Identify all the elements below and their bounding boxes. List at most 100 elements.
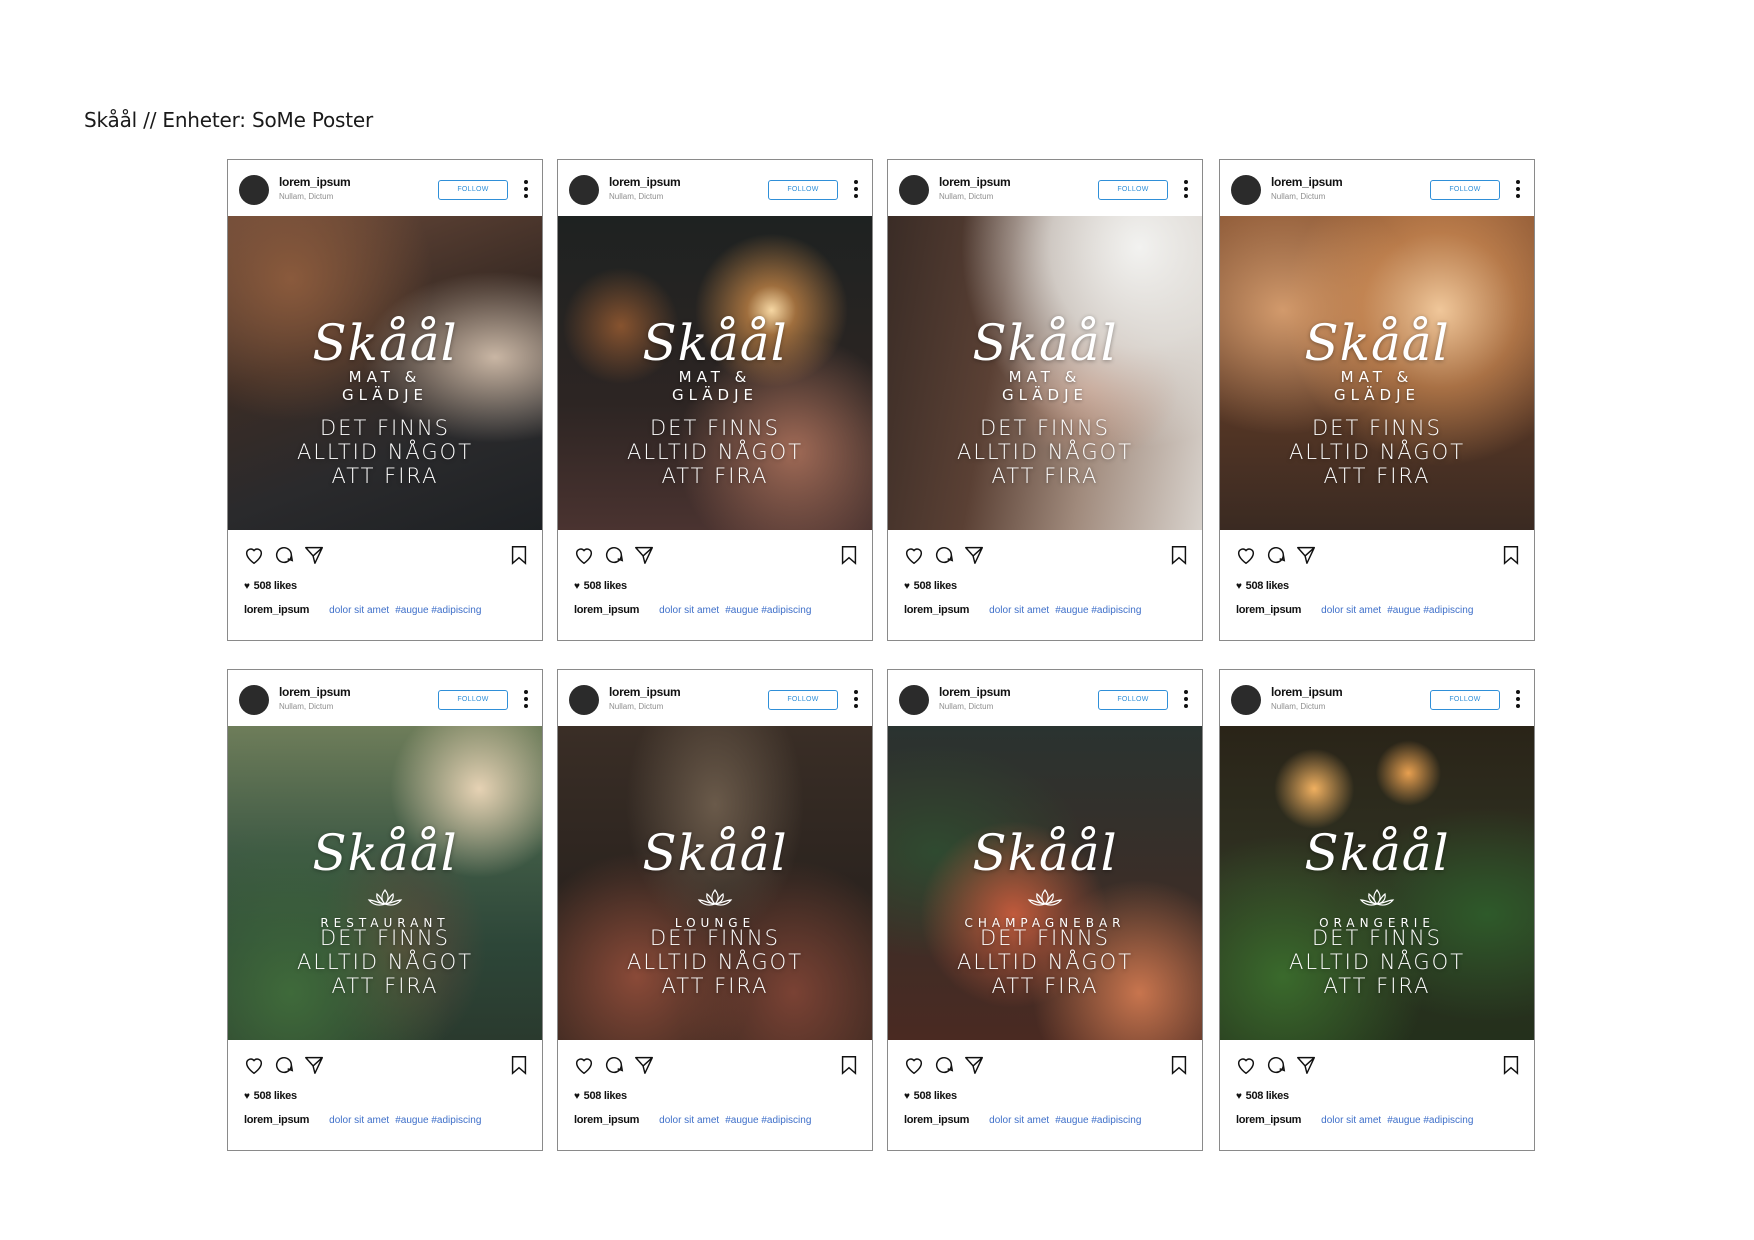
more-options-icon[interactable] — [1516, 690, 1520, 708]
post-caption: lorem_ipsum dolor sit amet #augue #adipisc… — [904, 604, 1142, 616]
comment-icon[interactable] — [933, 544, 955, 566]
comment-icon[interactable] — [603, 544, 625, 566]
post-image[interactable]: Skåål RESTAURANT DET FINNS ALLTID NÅGOT AT… — [228, 726, 542, 1040]
bookmark-icon[interactable] — [1168, 544, 1190, 566]
post-card: lorem_ipsum Nullam, Dictum FOLLOW Skåål … — [1219, 159, 1535, 641]
bookmark-icon[interactable] — [838, 544, 860, 566]
more-options-icon[interactable] — [524, 180, 528, 198]
more-options-icon[interactable] — [854, 180, 858, 198]
bookmark-icon[interactable] — [508, 544, 530, 566]
share-icon[interactable] — [1295, 1054, 1317, 1076]
post-image[interactable]: Skåål MAT & GLÄDJE DET FINNS ALLTID NÅGOT A… — [558, 216, 872, 530]
more-options-icon[interactable] — [1184, 690, 1188, 708]
brand-subtitle: MAT & GLÄDJE — [1333, 368, 1421, 404]
follow-button[interactable]: FOLLOW — [438, 180, 508, 200]
likes-count[interactable]: ♥ 508 likes — [904, 580, 957, 592]
heart-icon[interactable] — [573, 1054, 595, 1076]
brand-logo: Skåål — [972, 314, 1118, 372]
post-caption: lorem_ipsum dolor sit amet #augue #adipisc… — [574, 1114, 812, 1126]
post-username[interactable]: lorem_ipsum — [609, 685, 681, 699]
post-image[interactable]: Skåål CHAMPAGNEBAR DET FINNS ALLTID NÅGOT… — [888, 726, 1202, 1040]
comment-icon[interactable] — [1265, 544, 1287, 566]
post-location: Nullam, Dictum — [939, 192, 994, 201]
likes-count[interactable]: ♥ 508 likes — [1236, 1090, 1289, 1102]
tagline: DET FINNS ALLTID NÅGOT ATT FIRA — [626, 926, 804, 998]
heart-icon[interactable] — [243, 544, 265, 566]
brand-logo: Skåål — [312, 314, 458, 372]
tagline: DET FINNS ALLTID NÅGOT ATT FIRA — [956, 926, 1134, 998]
bookmark-icon[interactable] — [1500, 1054, 1522, 1076]
post-image[interactable]: Skåål MAT & GLÄDJE DET FINNS ALLTID NÅGOT A… — [228, 216, 542, 530]
tagline: DET FINNS ALLTID NÅGOT ATT FIRA — [1288, 926, 1466, 998]
follow-button[interactable]: FOLLOW — [1098, 690, 1168, 710]
post-header: lorem_ipsum Nullam, Dictum FOLLOW — [1220, 160, 1534, 216]
post-location: Nullam, Dictum — [1271, 192, 1326, 201]
share-icon[interactable] — [963, 544, 985, 566]
brand-logo: Skåål — [312, 824, 458, 882]
heart-icon[interactable] — [903, 1054, 925, 1076]
avatar[interactable] — [899, 685, 929, 715]
follow-button[interactable]: FOLLOW — [1430, 690, 1500, 710]
more-options-icon[interactable] — [1516, 180, 1520, 198]
comment-icon[interactable] — [603, 1054, 625, 1076]
bookmark-icon[interactable] — [838, 1054, 860, 1076]
brand-logo: Skåål — [972, 824, 1118, 882]
avatar[interactable] — [569, 175, 599, 205]
likes-count[interactable]: ♥ 508 likes — [904, 1090, 957, 1102]
post-image[interactable]: Skåål LOUNGE DET FINNS ALLTID NÅGOT ATT FI… — [558, 726, 872, 1040]
share-icon[interactable] — [303, 544, 325, 566]
bookmark-icon[interactable] — [508, 1054, 530, 1076]
follow-button[interactable]: FOLLOW — [438, 690, 508, 710]
page-title: Skåål // Enheter: SoMe Poster — [84, 108, 374, 132]
comment-icon[interactable] — [933, 1054, 955, 1076]
tagline: DET FINNS ALLTID NÅGOT ATT FIRA — [296, 416, 474, 488]
share-icon[interactable] — [303, 1054, 325, 1076]
likes-count[interactable]: ♥ 508 likes — [244, 580, 297, 592]
post-username[interactable]: lorem_ipsum — [279, 685, 351, 699]
share-icon[interactable] — [1295, 544, 1317, 566]
avatar[interactable] — [1231, 175, 1261, 205]
comment-icon[interactable] — [1265, 1054, 1287, 1076]
avatar[interactable] — [569, 685, 599, 715]
post-location: Nullam, Dictum — [1271, 702, 1326, 711]
heart-icon[interactable] — [1235, 1054, 1257, 1076]
comment-icon[interactable] — [273, 1054, 295, 1076]
post-actions — [228, 1040, 542, 1084]
likes-count[interactable]: ♥ 508 likes — [574, 580, 627, 592]
post-username[interactable]: lorem_ipsum — [1271, 175, 1343, 189]
post-username[interactable]: lorem_ipsum — [609, 175, 681, 189]
follow-button[interactable]: FOLLOW — [768, 180, 838, 200]
avatar[interactable] — [899, 175, 929, 205]
post-image[interactable]: Skåål MAT & GLÄDJE DET FINNS ALLTID NÅGOT A… — [1220, 216, 1534, 530]
post-caption: lorem_ipsum dolor sit amet #augue #adipisc… — [244, 1114, 482, 1126]
avatar[interactable] — [239, 175, 269, 205]
share-icon[interactable] — [633, 544, 655, 566]
share-icon[interactable] — [963, 1054, 985, 1076]
follow-button[interactable]: FOLLOW — [1098, 180, 1168, 200]
follow-button[interactable]: FOLLOW — [1430, 180, 1500, 200]
follow-button[interactable]: FOLLOW — [768, 690, 838, 710]
likes-count[interactable]: ♥ 508 likes — [574, 1090, 627, 1102]
avatar[interactable] — [1231, 685, 1261, 715]
post-image[interactable]: Skåål ORANGERIE DET FINNS ALLTID NÅGOT ATT… — [1220, 726, 1534, 1040]
more-options-icon[interactable] — [524, 690, 528, 708]
more-options-icon[interactable] — [1184, 180, 1188, 198]
post-username[interactable]: lorem_ipsum — [939, 685, 1011, 699]
post-image[interactable]: Skåål MAT & GLÄDJE DET FINNS ALLTID NÅGOT A… — [888, 216, 1202, 530]
heart-icon[interactable] — [903, 544, 925, 566]
post-username[interactable]: lorem_ipsum — [1271, 685, 1343, 699]
post-actions — [888, 1040, 1202, 1084]
heart-icon[interactable] — [573, 544, 595, 566]
bookmark-icon[interactable] — [1500, 544, 1522, 566]
likes-count[interactable]: ♥ 508 likes — [244, 1090, 297, 1102]
post-username[interactable]: lorem_ipsum — [939, 175, 1011, 189]
heart-icon[interactable] — [1235, 544, 1257, 566]
more-options-icon[interactable] — [854, 690, 858, 708]
post-username[interactable]: lorem_ipsum — [279, 175, 351, 189]
share-icon[interactable] — [633, 1054, 655, 1076]
heart-icon[interactable] — [243, 1054, 265, 1076]
bookmark-icon[interactable] — [1168, 1054, 1190, 1076]
comment-icon[interactable] — [273, 544, 295, 566]
likes-count[interactable]: ♥ 508 likes — [1236, 580, 1289, 592]
avatar[interactable] — [239, 685, 269, 715]
